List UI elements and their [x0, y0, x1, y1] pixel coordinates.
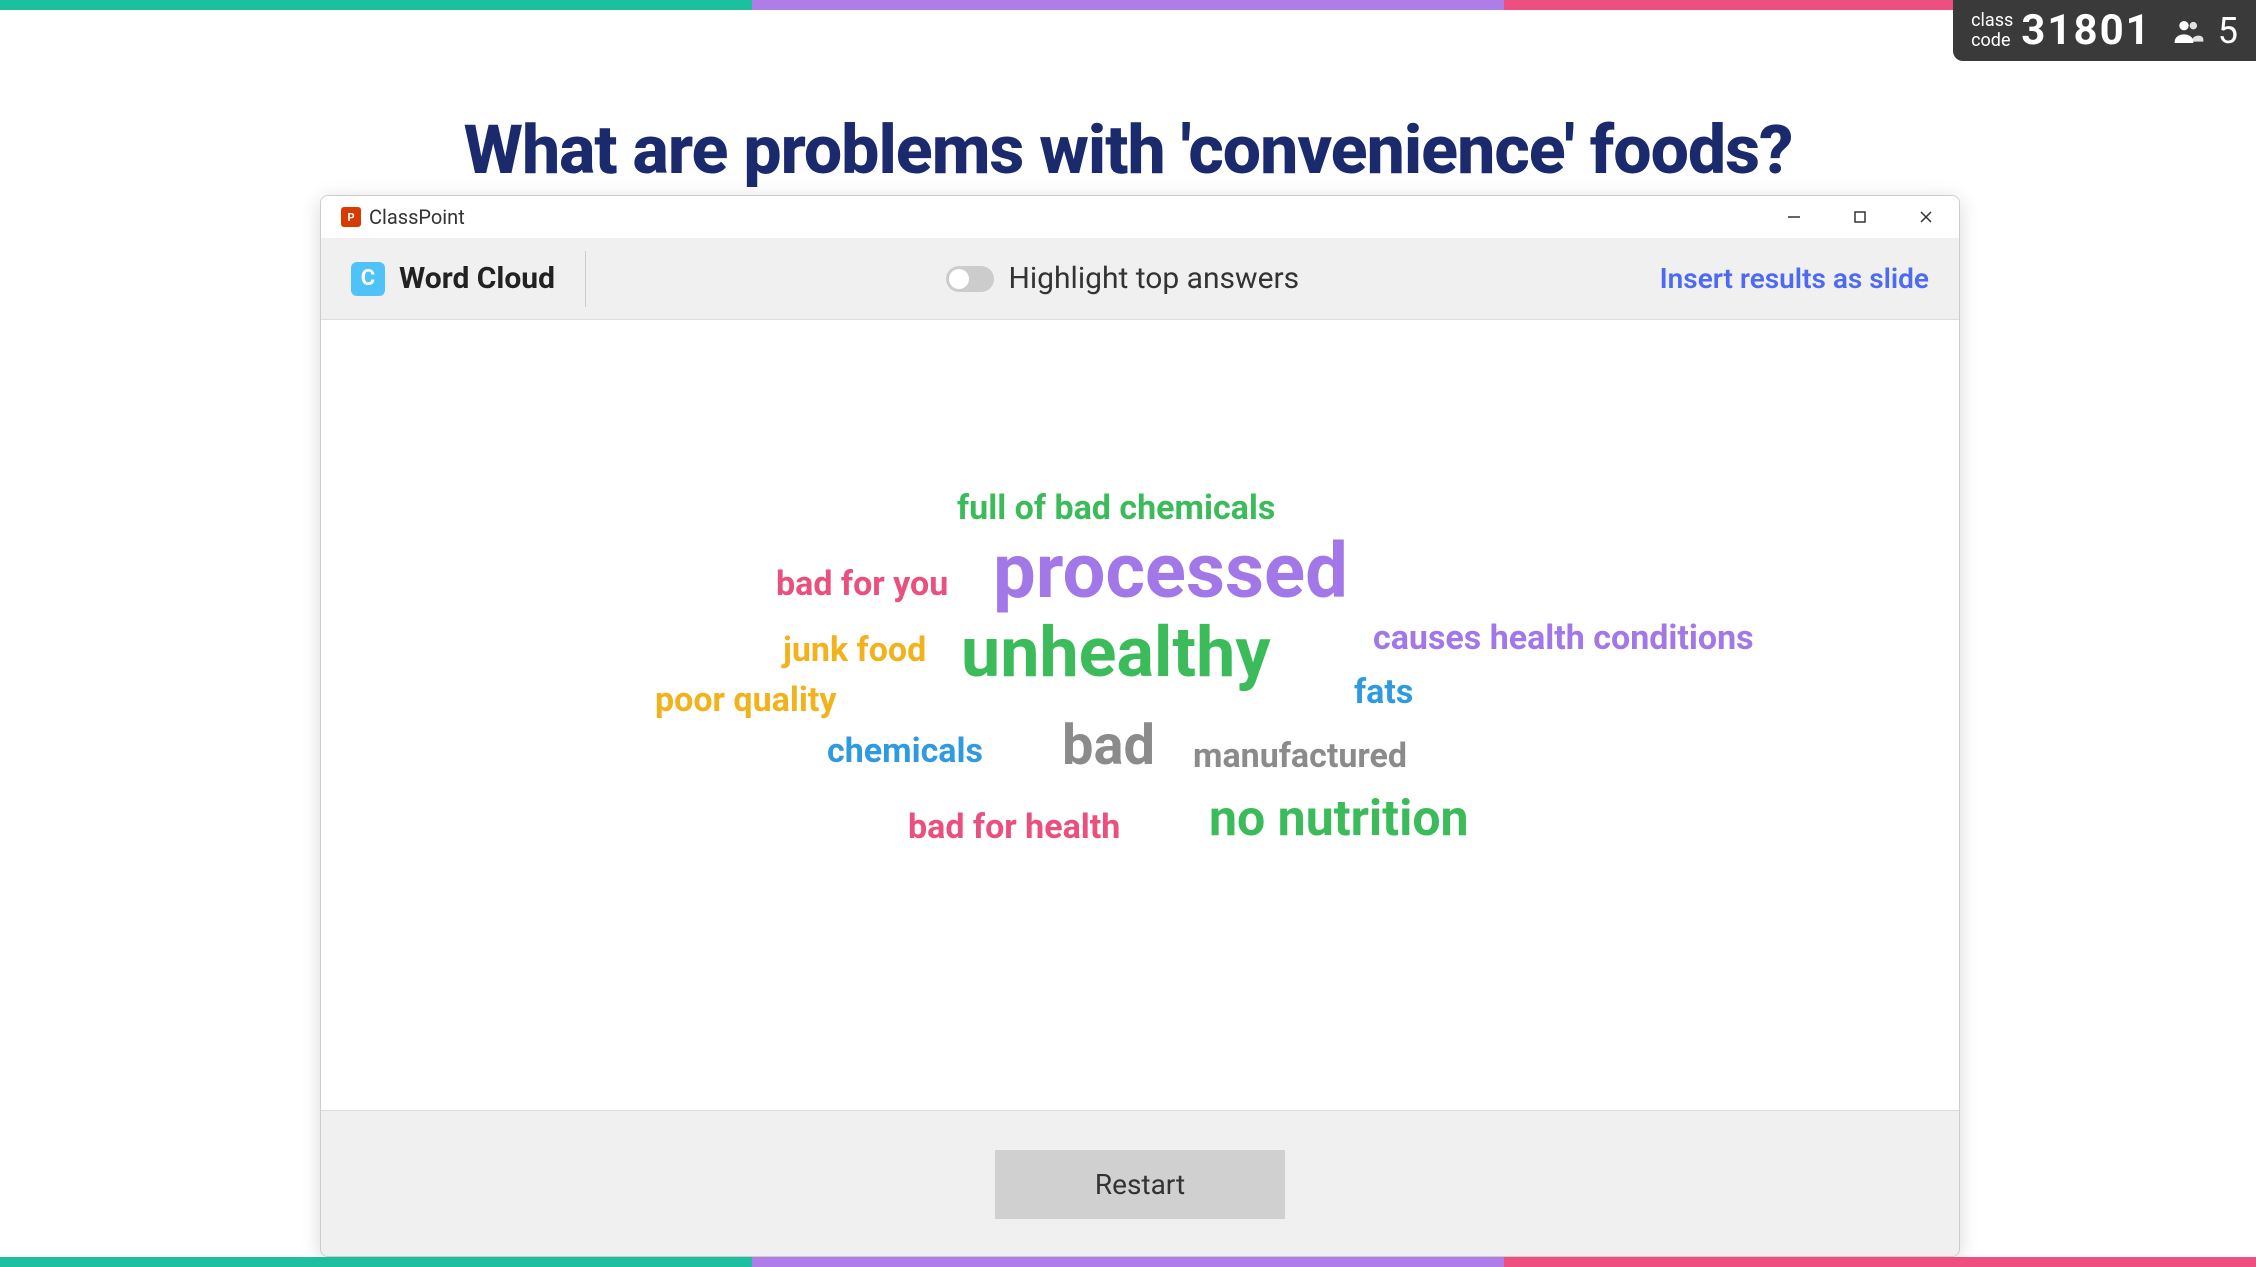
restart-button[interactable]: Restart [995, 1150, 1285, 1219]
dialog-titlebar-left: P ClassPoint [329, 205, 465, 229]
toolbar-title: Word Cloud [399, 261, 555, 296]
toggle-knob [949, 269, 969, 289]
word-cloud-area: full of bad chemicalsprocessed bad for yo… [321, 320, 1959, 1110]
powerpoint-icon: P [341, 207, 361, 227]
top-bar-teal [0, 0, 752, 10]
highlight-toggle-label: Highlight top answers [1008, 261, 1299, 296]
dialog-footer: Restart [321, 1110, 1959, 1257]
classpoint-icon: C [351, 262, 385, 296]
word-cloud-word: bad [1062, 712, 1155, 778]
word-cloud-word: junk food [783, 630, 926, 670]
highlight-toggle[interactable] [946, 266, 994, 292]
word-cloud-word: chemicals [827, 731, 983, 771]
bottom-bar-pink [1504, 1257, 2256, 1267]
class-code-badge: class code 31801 5 [1953, 0, 2256, 61]
close-button[interactable] [1901, 197, 1951, 237]
classpoint-dialog: P ClassPoint C Word Cloud Highlight top … [320, 195, 1960, 1257]
word-cloud-word: no nutrition [1209, 790, 1469, 848]
dialog-toolbar: C Word Cloud Highlight top answers Inser… [321, 238, 1959, 320]
dialog-app-name: ClassPoint [369, 205, 465, 229]
participants-count: 5 [2218, 10, 2238, 52]
word-cloud-word: poor quality [655, 680, 836, 720]
word-cloud-word: full of bad chemicals [957, 488, 1275, 528]
insert-results-button[interactable]: Insert results as slide [1660, 262, 1929, 295]
class-code-number: 31801 [2021, 6, 2151, 55]
window-controls [1769, 197, 1951, 237]
word-cloud-word: fats [1354, 672, 1413, 712]
minimize-button[interactable] [1769, 197, 1819, 237]
word-cloud-word: bad for you [776, 564, 948, 604]
word-cloud-word: processed [993, 526, 1348, 616]
word-cloud-word: manufactured [1193, 736, 1407, 776]
participants-icon [2172, 15, 2204, 47]
class-code-label: class code [1971, 11, 2013, 51]
dialog-titlebar: P ClassPoint [321, 196, 1959, 238]
toolbar-center: Highlight top answers [586, 261, 1660, 296]
word-cloud-word: unhealthy [961, 612, 1271, 694]
top-bar-purple [752, 0, 1504, 10]
top-color-bar [0, 0, 2256, 10]
slide-title: What are problems with 'convenience' foo… [0, 110, 2256, 190]
bottom-bar-purple [752, 1257, 1504, 1267]
toolbar-left: C Word Cloud [351, 251, 586, 307]
bottom-color-bar [0, 1257, 2256, 1267]
word-cloud-word: bad for health [908, 807, 1120, 847]
maximize-button[interactable] [1835, 197, 1885, 237]
word-cloud-word: causes health conditions [1373, 618, 1754, 658]
bottom-bar-teal [0, 1257, 752, 1267]
